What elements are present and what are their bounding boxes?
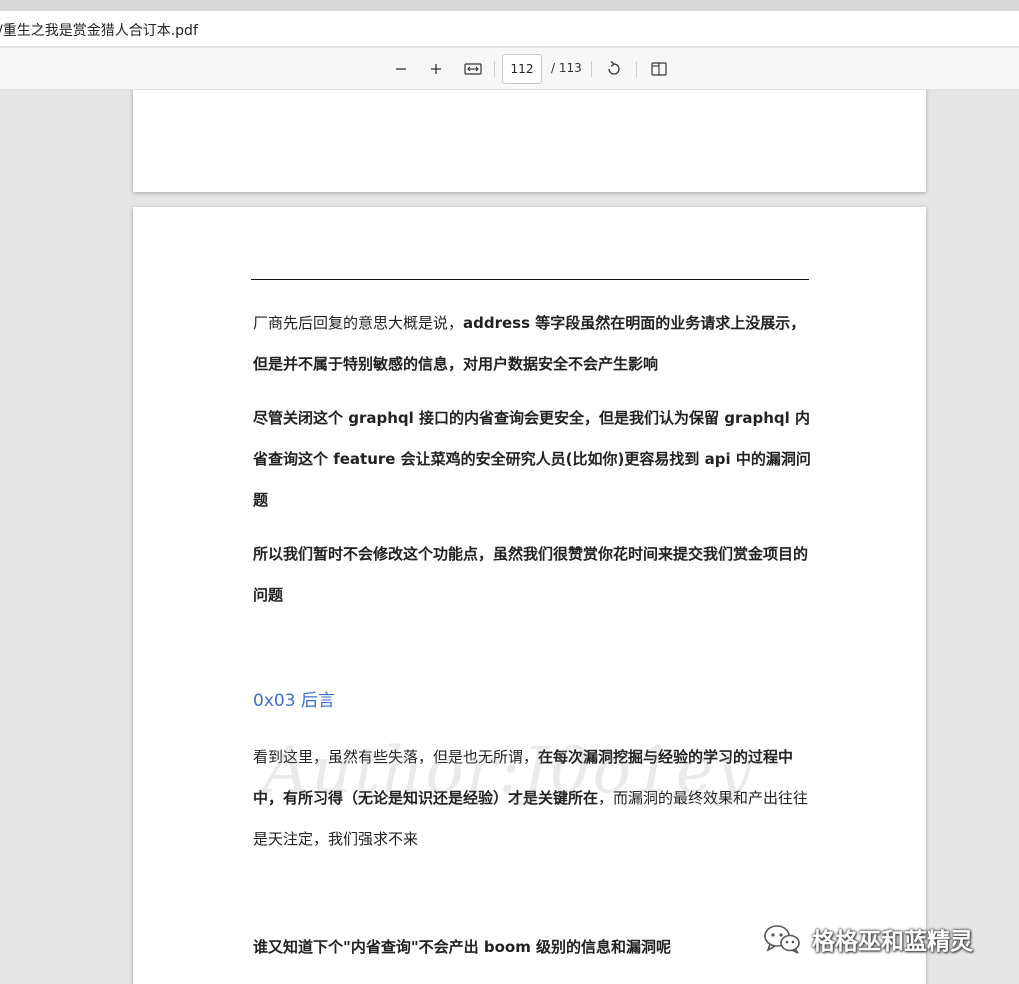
toolbar-divider	[591, 61, 592, 77]
toolbar-divider	[494, 61, 495, 77]
paragraph-no-change: 所以我们暂时不会修改这个功能点，虽然我们很赞赏你花时间来提交我们赏金项目的问题	[253, 545, 809, 604]
rotate-button[interactable]	[601, 57, 627, 81]
account-badge: 格格巫和蓝精灵	[762, 922, 973, 956]
zoom-out-button[interactable]	[388, 57, 414, 81]
fit-width-icon	[464, 63, 482, 75]
wechat-icon	[764, 925, 800, 954]
paragraph-vendor-reply: 厂商先后回复的意思大概是说，address 等字段虽然在明面的业务请求上没展示，…	[253, 303, 813, 385]
paragraph-text: 厂商先后回复的意思大概是说，	[253, 314, 464, 332]
paragraph-text: 看到这里，虽然有些失落，但是也无所谓，	[253, 748, 539, 766]
zoom-in-button[interactable]	[423, 57, 449, 81]
toolbar-divider	[636, 61, 637, 77]
page-total-label: / 113	[551, 61, 582, 75]
two-page-view-icon	[651, 62, 667, 76]
page-view-button[interactable]	[646, 57, 672, 81]
page-number-input[interactable]	[502, 54, 542, 84]
horizontal-rule	[251, 279, 809, 280]
title-bar: /重生之我是赏金猎人合订本.pdf	[0, 11, 1019, 47]
paragraph-graphql-introspection: 尽管关闭这个 graphql 接口的内省查询会更安全，但是我们认为保留 grap…	[253, 409, 811, 509]
paragraph-closing: 谁又知道下个"内省查询"不会产出 boom 级别的信息和漏洞呢	[253, 938, 672, 956]
pdf-toolbar: / 113	[0, 48, 1019, 90]
document-viewer[interactable]: 厂商先后回复的意思大概是说，address 等字段虽然在明面的业务请求上没展示，…	[0, 90, 1019, 984]
fit-to-width-button[interactable]	[460, 57, 486, 81]
paragraph-afterword: 看到这里，虽然有些失落，但是也无所谓，在每次漏洞挖掘与经验的学习的过程中中，有所…	[253, 737, 813, 860]
window-top-strip	[0, 0, 1019, 11]
account-name: 格格巫和蓝精灵	[812, 929, 973, 955]
section-heading: 0x03 后言	[253, 691, 335, 711]
plus-icon	[431, 64, 441, 74]
pdf-page-current: 厂商先后回复的意思大概是说，address 等字段虽然在明面的业务请求上没展示，…	[133, 207, 926, 984]
pdf-page-previous	[133, 90, 926, 192]
document-title: /重生之我是赏金猎人合订本.pdf	[0, 23, 198, 39]
rotate-icon	[608, 61, 620, 75]
minus-icon	[396, 68, 406, 70]
